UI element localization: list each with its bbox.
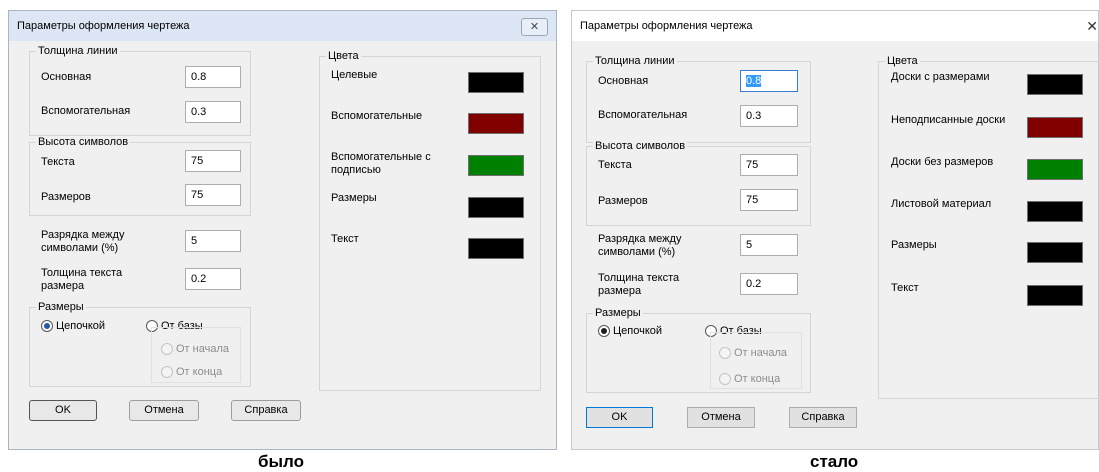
old-from-start-radio[interactable] (161, 343, 173, 355)
old-help-button[interactable]: Справка (231, 400, 301, 421)
old-color-swatch[interactable] (468, 155, 524, 176)
new-cancel-button[interactable]: Отмена (687, 407, 755, 428)
old-titlebar: Параметры оформления чертежа ✕ (9, 11, 556, 41)
new-aux-value: 0.3 (746, 110, 762, 122)
old-dialog-title: Параметры оформления чертежа (17, 20, 190, 32)
new-symbol-height-legend: Высота символов (593, 140, 688, 152)
new-titlebar: Параметры оформления чертежа ✕ (572, 11, 1098, 41)
new-from-start-radio[interactable] (719, 347, 731, 359)
new-color-label: Текст (891, 282, 919, 294)
new-aux-label: Вспомогательная (598, 109, 688, 121)
close-icon: ✕ (529, 21, 540, 33)
old-symbol-height-legend: Высота символов (36, 136, 131, 148)
new-color-label: Размеры (891, 239, 937, 251)
new-from-start-label[interactable]: От начала (734, 347, 787, 360)
new-from-end-label[interactable]: От конца (734, 373, 780, 386)
new-ok-button[interactable]: OK (586, 407, 653, 428)
new-color-swatch[interactable] (1027, 74, 1083, 95)
old-spacing-label: Разрядка между символами (%) (41, 229, 125, 254)
new-text-value: 75 (746, 159, 759, 171)
old-chain-radio[interactable] (41, 320, 53, 332)
new-color-swatch[interactable] (1027, 201, 1083, 222)
old-main-label: Основная (41, 71, 92, 83)
new-colors-legend: Цвета (885, 55, 920, 67)
new-from-end-radio[interactable] (719, 373, 731, 385)
old-main-value: 0.8 (191, 71, 207, 83)
new-main-value: 0.8 (746, 75, 762, 87)
old-line-thickness-legend: Толщина линии (36, 45, 120, 57)
new-aux-field[interactable]: 0.3 (740, 105, 798, 127)
new-spacing-label: Разрядка между символами (%) (598, 233, 682, 258)
old-dims-legend: Размеры (36, 301, 86, 313)
new-spacing-field[interactable]: 5 (740, 234, 798, 256)
new-dims-legend: Размеры (593, 307, 643, 319)
old-color-swatch[interactable] (468, 113, 524, 134)
old-dim-text-thickness-label: Толщина текста размера (41, 267, 123, 292)
new-dim-text-thickness-field[interactable]: 0.2 (740, 273, 798, 295)
old-aux-label: Вспомогательная (41, 105, 131, 117)
new-dim-text-thickness-label: Толщина текста размера (598, 272, 680, 297)
new-color-swatch[interactable] (1027, 159, 1083, 180)
old-from-end-radio[interactable] (161, 366, 173, 378)
old-ok-button[interactable]: OK (29, 400, 97, 421)
new-color-label: Доски без размеров (891, 156, 994, 168)
old-line-thickness-group: Толщина линии (29, 45, 251, 136)
old-chain-label[interactable]: Цепочкой (56, 320, 105, 333)
old-dims-field[interactable]: 75 (185, 184, 241, 206)
new-main-field[interactable]: 0.8 (740, 70, 798, 92)
new-dims-value: 75 (746, 194, 759, 206)
new-line-thickness-legend: Толщина линии (593, 55, 677, 67)
new-color-label: Доски с размерами (891, 71, 990, 83)
new-color-label: Листовой материал (891, 198, 992, 210)
new-close-button[interactable]: ✕ (1084, 16, 1098, 36)
old-color-swatch[interactable] (468, 238, 524, 259)
old-colors-group: Цвета (319, 50, 541, 391)
old-caption: было (258, 452, 304, 471)
new-color-label: Неподписанные доски (891, 114, 1006, 126)
new-help-button[interactable]: Справка (789, 407, 857, 428)
old-dim-text-thickness-value: 0.2 (191, 273, 207, 285)
new-text-field[interactable]: 75 (740, 154, 798, 176)
old-dims-value: 75 (191, 189, 204, 201)
old-color-label: Размеры (331, 192, 377, 204)
new-colors-group: Цвета (878, 55, 1099, 399)
new-chain-label[interactable]: Цепочкой (613, 325, 662, 338)
new-color-swatch[interactable] (1027, 242, 1083, 263)
old-text-field[interactable]: 75 (185, 150, 241, 172)
new-caption: стало (810, 452, 859, 471)
old-aux-field[interactable]: 0.3 (185, 101, 241, 123)
old-from-start-label[interactable]: От начала (176, 343, 229, 356)
old-close-button[interactable]: ✕ (521, 18, 548, 36)
old-dim-text-thickness-field[interactable]: 0.2 (185, 268, 241, 290)
old-color-label: Вспомогательные с подписью (331, 151, 431, 176)
old-spacing-value: 5 (191, 235, 198, 247)
new-dims-field[interactable]: 75 (740, 189, 798, 211)
old-cancel-button[interactable]: Отмена (129, 400, 199, 421)
new-dim-text-thickness-value: 0.2 (746, 278, 762, 290)
new-text-label: Текста (598, 159, 632, 171)
new-chain-radio[interactable] (598, 325, 610, 337)
new-spacing-value: 5 (746, 239, 753, 251)
old-spacing-field[interactable]: 5 (185, 230, 241, 252)
new-dims-label: Размеров (598, 195, 648, 207)
old-dialog: Параметры оформления чертежа ✕ Толщина л… (8, 10, 557, 450)
new-color-swatch[interactable] (1027, 117, 1083, 138)
old-text-label: Текста (41, 156, 75, 168)
old-color-swatch[interactable] (468, 72, 524, 93)
close-icon: ✕ (1086, 18, 1098, 34)
old-text-value: 75 (191, 155, 204, 167)
old-from-end-label[interactable]: От конца (176, 366, 222, 379)
old-aux-value: 0.3 (191, 106, 207, 118)
old-color-label: Вспомогательные (331, 110, 423, 122)
new-dialog-title: Параметры оформления чертежа (580, 20, 753, 32)
old-main-field[interactable]: 0.8 (185, 66, 241, 88)
old-colors-legend: Цвета (326, 50, 361, 62)
new-dialog: Параметры оформления чертежа ✕ Толщина л… (571, 10, 1099, 450)
old-dims-label: Размеров (41, 191, 91, 203)
new-color-swatch[interactable] (1027, 285, 1083, 306)
new-main-label: Основная (598, 75, 649, 87)
old-color-swatch[interactable] (468, 197, 524, 218)
old-color-label: Текст (331, 233, 359, 245)
old-color-label: Целевые (331, 69, 378, 81)
